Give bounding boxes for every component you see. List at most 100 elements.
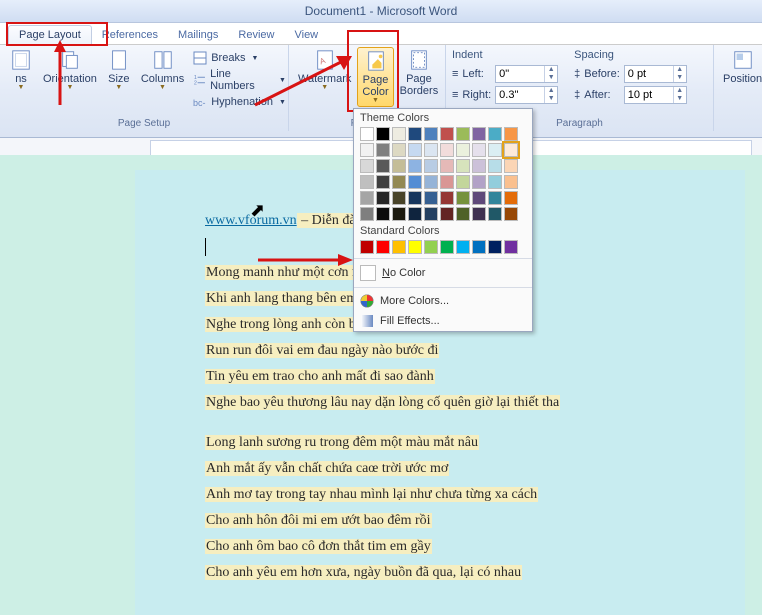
orientation-button[interactable]: Orientation ▼ (39, 47, 101, 93)
standard-swatch[interactable] (408, 240, 422, 254)
theme-swatch[interactable] (376, 159, 390, 173)
page-borders-label: Page Borders (400, 73, 439, 97)
page-borders-button[interactable]: Page Borders (396, 47, 443, 99)
theme-swatch[interactable] (472, 191, 486, 205)
indent-left-input[interactable]: ▲▼ (495, 65, 558, 83)
standard-swatch[interactable] (472, 240, 486, 254)
standard-swatch[interactable] (376, 240, 390, 254)
spacing-before-input[interactable]: ▲▼ (624, 65, 687, 83)
theme-swatch[interactable] (472, 127, 486, 141)
theme-swatch[interactable] (360, 159, 374, 173)
theme-swatch[interactable] (424, 175, 438, 189)
theme-swatch[interactable] (392, 191, 406, 205)
theme-swatch[interactable] (360, 191, 374, 205)
standard-swatch[interactable] (456, 240, 470, 254)
theme-swatch[interactable] (376, 175, 390, 189)
size-button[interactable]: Size ▼ (103, 47, 135, 93)
theme-swatch[interactable] (376, 191, 390, 205)
theme-swatch[interactable] (408, 159, 422, 173)
theme-swatch[interactable] (440, 143, 454, 157)
line-numbers-button[interactable]: 12 Line Numbers▼ (193, 68, 286, 92)
theme-swatch[interactable] (488, 191, 502, 205)
tab-view[interactable]: View (284, 26, 328, 44)
theme-swatch[interactable] (456, 191, 470, 205)
theme-swatch[interactable] (360, 127, 374, 141)
theme-swatch[interactable] (504, 191, 518, 205)
theme-swatch[interactable] (504, 127, 518, 141)
theme-swatch[interactable] (488, 207, 502, 221)
theme-swatch[interactable] (392, 175, 406, 189)
no-color-item[interactable]: No Color (354, 262, 532, 284)
theme-swatch[interactable] (504, 175, 518, 189)
fill-effects-icon (360, 314, 374, 328)
tab-mailings[interactable]: Mailings (168, 26, 228, 44)
theme-swatch[interactable] (456, 207, 470, 221)
tab-page-layout[interactable]: Page Layout (8, 25, 92, 44)
theme-swatch[interactable] (472, 175, 486, 189)
theme-swatch[interactable] (472, 207, 486, 221)
more-colors-item[interactable]: More Colors... (354, 291, 532, 311)
theme-swatch[interactable] (392, 127, 406, 141)
theme-swatch[interactable] (472, 159, 486, 173)
indent-right-input[interactable]: ▲▼ (495, 86, 558, 104)
theme-swatch[interactable] (488, 159, 502, 173)
spacing-after-input[interactable]: ▲▼ (624, 86, 687, 104)
doc-link[interactable]: www.vforum.vn (205, 213, 297, 228)
theme-swatch[interactable] (504, 143, 518, 157)
theme-swatch[interactable] (360, 175, 374, 189)
theme-swatch[interactable] (424, 127, 438, 141)
theme-swatch[interactable] (440, 191, 454, 205)
theme-swatch[interactable] (392, 143, 406, 157)
theme-swatch[interactable] (488, 143, 502, 157)
watermark-button[interactable]: A Watermark ▼ (294, 47, 355, 93)
theme-swatch[interactable] (504, 207, 518, 221)
theme-swatch[interactable] (408, 127, 422, 141)
columns-button[interactable]: Columns ▼ (137, 47, 188, 93)
theme-swatch[interactable] (408, 143, 422, 157)
theme-swatch[interactable] (408, 191, 422, 205)
dropdown-icon: ▼ (159, 84, 166, 91)
theme-swatch[interactable] (408, 175, 422, 189)
theme-swatch[interactable] (456, 143, 470, 157)
standard-swatch[interactable] (360, 240, 374, 254)
theme-swatch[interactable] (424, 207, 438, 221)
position-button[interactable]: Position (719, 47, 762, 87)
theme-swatch[interactable] (360, 143, 374, 157)
standard-swatch[interactable] (488, 240, 502, 254)
theme-swatch[interactable] (376, 127, 390, 141)
theme-swatch[interactable] (504, 159, 518, 173)
fill-effects-item[interactable]: Fill Effects... (354, 311, 532, 331)
theme-swatch[interactable] (376, 143, 390, 157)
theme-swatch[interactable] (440, 175, 454, 189)
theme-swatch[interactable] (440, 159, 454, 173)
theme-swatch[interactable] (456, 175, 470, 189)
theme-swatch[interactable] (472, 143, 486, 157)
theme-swatch[interactable] (376, 207, 390, 221)
standard-swatch[interactable] (504, 240, 518, 254)
theme-swatch[interactable] (424, 191, 438, 205)
theme-swatch[interactable] (392, 159, 406, 173)
theme-swatch[interactable] (456, 127, 470, 141)
theme-swatch[interactable] (424, 159, 438, 173)
theme-swatch[interactable] (392, 207, 406, 221)
theme-swatch[interactable] (360, 207, 374, 221)
breaks-button[interactable]: Breaks▼ (193, 51, 286, 65)
standard-swatch[interactable] (440, 240, 454, 254)
hyphenation-button[interactable]: bc- Hyphenation▼ (193, 95, 286, 109)
theme-swatch[interactable] (424, 143, 438, 157)
theme-swatch[interactable] (456, 159, 470, 173)
group-page-setup: Page Setup (4, 117, 284, 131)
text-cursor (205, 238, 206, 256)
page-color-button[interactable]: Page Color ▼ (357, 47, 393, 107)
theme-swatch[interactable] (408, 207, 422, 221)
indent-right-icon: ≡ (452, 89, 458, 101)
tab-references[interactable]: References (92, 26, 168, 44)
standard-swatch[interactable] (424, 240, 438, 254)
margins-button[interactable]: ns ▼ (5, 47, 37, 93)
theme-swatch[interactable] (440, 207, 454, 221)
tab-review[interactable]: Review (228, 26, 284, 44)
theme-swatch[interactable] (440, 127, 454, 141)
theme-swatch[interactable] (488, 127, 502, 141)
theme-swatch[interactable] (488, 175, 502, 189)
standard-swatch[interactable] (392, 240, 406, 254)
